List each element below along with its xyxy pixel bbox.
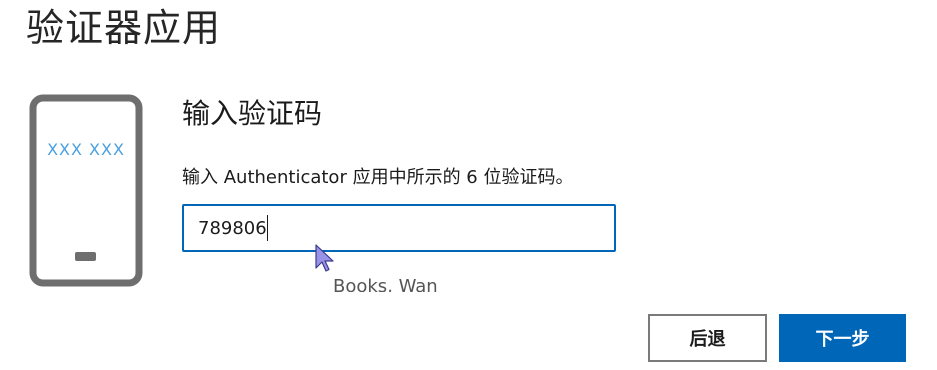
text-caret [267,215,268,241]
next-button[interactable]: 下一步 [779,314,906,362]
clipped-account-name: Books, Wan [333,276,438,292]
instruction-text: 输入 Authenticator 应用中所示的 6 位验证码。 [182,167,574,188]
back-button[interactable]: 后退 [648,314,767,362]
section-heading: 输入验证码 [182,97,323,130]
verification-code-input[interactable] [182,204,616,252]
phone-illustration: XXX XXX [29,94,143,287]
phone-code-placeholder: XXX XXX [47,140,125,159]
phone-home-button [75,252,96,261]
page-title: 验证器应用 [26,6,222,50]
